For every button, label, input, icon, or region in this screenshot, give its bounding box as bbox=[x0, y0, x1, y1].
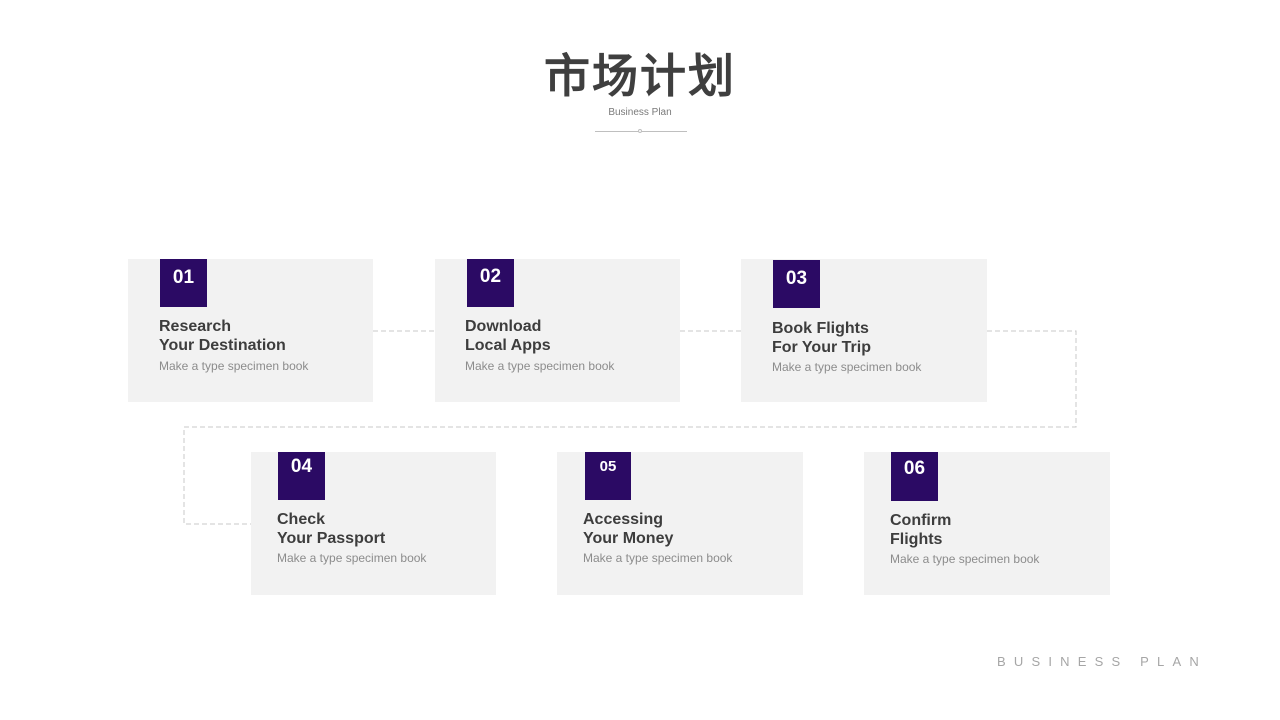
footer-label: BUSINESS PLAN bbox=[997, 654, 1207, 669]
step-number-badge: 02 bbox=[467, 259, 514, 307]
step-title-line: Accessing bbox=[583, 511, 664, 528]
step-number-badge: 01 bbox=[160, 259, 207, 307]
step-number-badge: 06 bbox=[891, 452, 938, 501]
step-title-line: Book Flights bbox=[772, 320, 869, 337]
step-number-badge: 05 bbox=[585, 452, 631, 500]
step-description: Make a type specimen book bbox=[465, 359, 615, 373]
step-card-4: 04 Check Your Passport Make a type specim… bbox=[251, 452, 496, 595]
step-title-line: Confirm bbox=[890, 512, 952, 529]
step-title-line: Research bbox=[159, 318, 232, 335]
step-description: Make a type specimen book bbox=[890, 552, 1040, 566]
step-number-badge: 04 bbox=[278, 452, 325, 500]
step-title: Book Flights For Your Trip bbox=[772, 319, 871, 357]
step-number-badge: 03 bbox=[773, 260, 820, 308]
step-card-5: 05 Accessing Your Money Make a type speci… bbox=[557, 452, 803, 595]
step-title-line: Flights bbox=[890, 531, 943, 548]
step-title-line: Download bbox=[465, 318, 542, 335]
step-title-line: Your Passport bbox=[277, 530, 386, 547]
step-title: Accessing Your Money bbox=[583, 510, 673, 548]
step-description: Make a type specimen book bbox=[159, 359, 309, 373]
step-card-3: 03 Book Flights For Your Trip Make a type… bbox=[741, 259, 987, 402]
step-title: Confirm Flights bbox=[890, 511, 951, 549]
step-title: Research Your Destination bbox=[159, 317, 286, 355]
step-card-6: 06 Confirm Flights Make a type specimen b… bbox=[864, 452, 1110, 595]
step-description: Make a type specimen book bbox=[583, 551, 733, 565]
step-title: Check Your Passport bbox=[277, 510, 385, 548]
step-title-line: For Your Trip bbox=[772, 339, 871, 356]
step-title-line: Your Money bbox=[583, 530, 674, 547]
step-card-2: 02 Download Local Apps Make a type specim… bbox=[435, 259, 680, 402]
step-description: Make a type specimen book bbox=[772, 360, 922, 374]
step-title-line: Your Destination bbox=[159, 337, 286, 354]
slide: 市场计划 Business Plan 01 Research Your Desti… bbox=[0, 0, 1280, 720]
step-title-line: Check bbox=[277, 511, 326, 528]
step-title: Download Local Apps bbox=[465, 317, 551, 355]
step-card-1: 01 Research Your Destination Make a type … bbox=[128, 259, 373, 402]
step-description: Make a type specimen book bbox=[277, 551, 427, 565]
step-title-line: Local Apps bbox=[465, 337, 551, 354]
